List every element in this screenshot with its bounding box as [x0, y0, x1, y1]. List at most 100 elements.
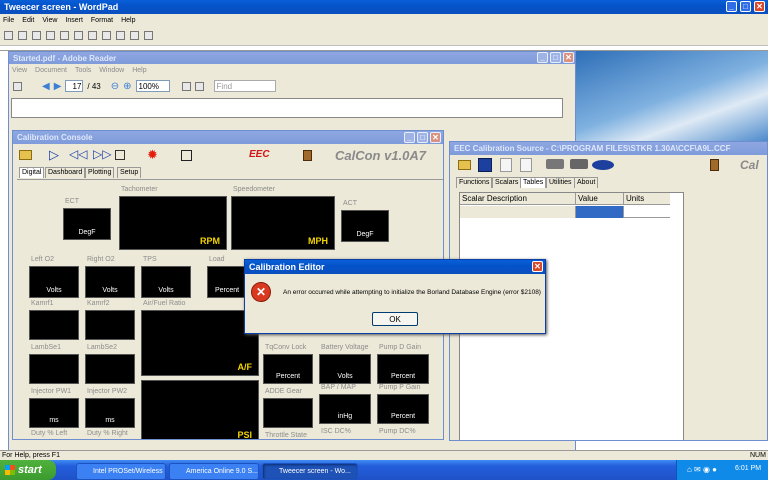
cell-units[interactable] — [624, 206, 670, 218]
batt-label: Battery Voltage — [321, 344, 369, 351]
tach-label: Tachometer — [121, 186, 158, 193]
tab-about[interactable]: About — [574, 177, 599, 188]
col-scalar-description[interactable]: Scalar Description — [460, 193, 576, 204]
zoom-in-icon[interactable]: ⊕ — [123, 81, 131, 92]
reader-menu-view[interactable]: View — [12, 67, 27, 74]
tab-digital[interactable]: Digital — [19, 167, 45, 178]
cell-description[interactable] — [460, 206, 576, 218]
tab-utilities[interactable]: Utilities — [546, 177, 575, 188]
find-input[interactable]: Find — [213, 80, 276, 92]
menu-file[interactable]: File — [3, 17, 14, 24]
save-icon[interactable] — [478, 158, 492, 172]
tab-scalars[interactable]: Scalars — [492, 177, 522, 188]
close-icon[interactable]: ✕ — [754, 1, 765, 12]
col-value[interactable]: Value — [576, 193, 624, 204]
tab-tables[interactable]: Tables — [520, 177, 547, 188]
zoom-select[interactable]: 100% — [135, 80, 170, 92]
play-icon[interactable]: ▷ — [49, 147, 59, 163]
clock[interactable]: 6:01 PM — [735, 465, 761, 472]
next-page-icon[interactable]: ▶ — [54, 81, 62, 92]
open-icon[interactable] — [18, 31, 27, 40]
paste-icon[interactable] — [116, 31, 125, 40]
cell-value-selected[interactable] — [576, 206, 624, 218]
cable-icon[interactable] — [570, 159, 588, 169]
kamr2-gauge — [85, 310, 135, 340]
maximize-icon[interactable]: □ — [740, 1, 751, 12]
reader-menu-document[interactable]: Document — [35, 67, 67, 74]
copy-icon[interactable] — [102, 31, 111, 40]
pumpp-label: Pump P Gain — [379, 384, 421, 391]
page-number-input[interactable]: 17 — [65, 80, 84, 92]
tray-icons[interactable]: ⌂ ✉ ◉ ● — [687, 465, 717, 474]
menu-help[interactable]: Help — [121, 17, 135, 24]
speed-label: Speedometer — [233, 186, 276, 193]
rewind-icon[interactable]: ◁◁ — [69, 147, 87, 161]
door-icon[interactable] — [710, 159, 719, 171]
task-aol[interactable]: America Online 9.0 S... — [169, 463, 259, 480]
menu-edit[interactable]: Edit — [22, 17, 34, 24]
print-icon[interactable] — [46, 31, 55, 40]
reader-menu-tools[interactable]: Tools — [75, 67, 91, 74]
reader-menubar: View Document Tools Window Help — [9, 65, 147, 75]
wordpad-title: Tweecer screen - WordPad — [4, 2, 119, 12]
tab-plotting[interactable]: Plotting — [85, 167, 115, 178]
maximize-icon[interactable]: □ — [417, 132, 428, 143]
tab-functions[interactable]: Functions — [456, 177, 493, 188]
blank-icon[interactable] — [500, 158, 512, 172]
start-label: start — [18, 464, 42, 476]
task-wordpad[interactable]: Tweecer screen - Wo... — [262, 463, 358, 480]
close-icon[interactable]: ✕ — [532, 261, 543, 272]
open-icon[interactable] — [19, 150, 32, 160]
console-titlebar[interactable]: Calibration Console _ □ ✕ — [13, 131, 443, 144]
menu-view[interactable]: View — [42, 17, 57, 24]
preview-icon[interactable] — [60, 31, 69, 40]
reader-titlebar[interactable]: Started.pdf - Adobe Reader _ □ ✕ — [9, 52, 575, 64]
tab-setup[interactable]: Setup — [117, 167, 142, 178]
record-icon[interactable]: ✹ — [147, 147, 158, 163]
dialog-title: Calibration Editor — [249, 262, 325, 272]
fit-page-icon[interactable] — [194, 81, 204, 91]
col-units[interactable]: Units — [624, 193, 670, 204]
date-icon[interactable] — [144, 31, 153, 40]
lefto2-gauge: Volts — [29, 266, 79, 298]
close-icon[interactable]: ✕ — [430, 132, 441, 143]
prev-page-icon[interactable]: ◀ — [42, 81, 50, 92]
menu-format[interactable]: Format — [91, 17, 113, 24]
maximize-icon[interactable]: □ — [550, 52, 561, 63]
close-icon[interactable]: ✕ — [563, 52, 574, 63]
undo-icon[interactable] — [130, 31, 139, 40]
open-icon[interactable] — [458, 160, 471, 170]
task-intel[interactable]: Intel PROSet/Wireless — [76, 463, 166, 480]
ok-button[interactable]: OK — [372, 312, 418, 326]
minimize-icon[interactable]: _ — [404, 132, 415, 143]
door-icon[interactable] — [303, 150, 312, 161]
menu-insert[interactable]: Insert — [65, 17, 83, 24]
find-icon[interactable] — [74, 31, 83, 40]
new-icon[interactable] — [4, 31, 13, 40]
save-icon[interactable] — [32, 31, 41, 40]
injl-gauge: ms — [29, 398, 79, 428]
dialog-titlebar[interactable]: Calibration Editor ✕ — [245, 260, 545, 274]
cut-icon[interactable] — [88, 31, 97, 40]
tab-dashboard[interactable]: Dashboard — [45, 167, 86, 178]
kamr1-gauge — [29, 310, 79, 340]
doc-icon[interactable] — [520, 158, 532, 172]
sky-wallpaper — [576, 51, 768, 141]
eec-titlebar[interactable]: EEC Calibration Source - C:\PROGRAM FILE… — [450, 142, 767, 155]
wordpad-titlebar[interactable]: Tweecer screen - WordPad _ □ ✕ — [0, 0, 768, 14]
single-page-icon[interactable] — [181, 81, 191, 91]
act-gauge: DegF — [341, 210, 389, 242]
dutyr-label: Duty % Right — [87, 430, 128, 437]
forward-icon[interactable]: ▷▷ — [93, 147, 111, 161]
reader-menu-window[interactable]: Window — [99, 67, 124, 74]
hand-tool-icon[interactable] — [13, 81, 22, 91]
stop-icon[interactable] — [115, 150, 125, 160]
reader-menu-help[interactable]: Help — [132, 67, 146, 74]
zoom-out-icon[interactable]: ⊖ — [111, 81, 119, 92]
minimize-icon[interactable]: _ — [726, 1, 737, 12]
injl-label: Injector PW1 — [31, 388, 72, 395]
grid-row[interactable] — [460, 206, 670, 218]
minimize-icon[interactable]: _ — [537, 52, 548, 63]
square-icon[interactable] — [181, 150, 192, 161]
connector-icon[interactable] — [546, 159, 564, 169]
